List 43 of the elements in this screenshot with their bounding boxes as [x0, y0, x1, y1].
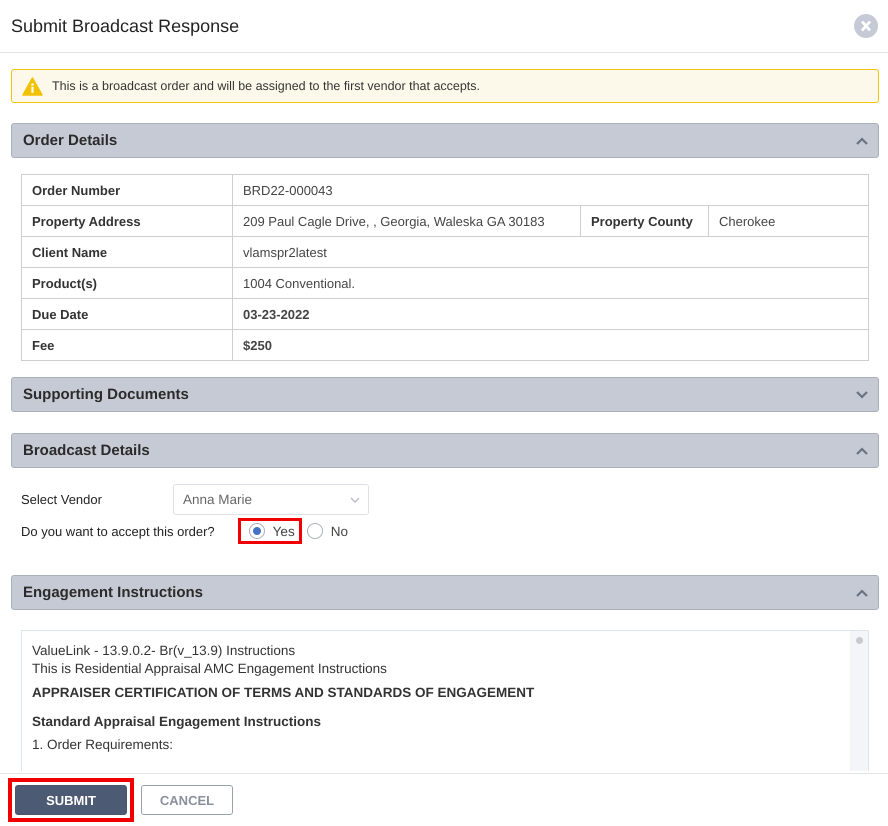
row-value: 03-23-2022	[232, 298, 868, 330]
section-title: Broadcast Details	[23, 442, 150, 459]
radio-option[interactable]: Yes	[240, 521, 299, 541]
row-label: Property County	[580, 206, 708, 236]
row-value: BRD22-000043	[232, 174, 868, 206]
section-title: Order Details	[23, 132, 118, 149]
row-value: $250	[232, 330, 868, 360]
row-label: Property Address	[22, 206, 232, 236]
scrollbar[interactable]	[850, 631, 868, 771]
row-label: Due Date	[22, 298, 232, 330]
row-value: Cherokee	[708, 206, 868, 236]
row-label: Client Name	[22, 236, 232, 268]
section-header[interactable]: Engagement Instructions	[11, 575, 879, 610]
row-value: vlamspr2latest	[232, 236, 868, 268]
radio-option[interactable]: No	[298, 521, 352, 541]
chevron-up-icon[interactable]	[856, 446, 868, 454]
warning-icon	[22, 76, 43, 96]
chevron-up-icon[interactable]	[856, 588, 868, 596]
instructions-text: 1. Order Requirements:	[32, 737, 174, 752]
alert-text: This is a broadcast order and will be assigned to the first vendor that accepts.	[52, 79, 480, 93]
dialog-title: Submit Broadcast Response	[11, 16, 240, 36]
row-value: 209 Paul Cagle Drive, , Georgia, Waleska GA 30183	[232, 206, 580, 236]
section-title: Engagement Instructions	[23, 584, 204, 601]
section-header[interactable]: Broadcast Details	[11, 433, 879, 468]
submit-button[interactable]: SUBMIT	[15, 785, 127, 815]
caret-icon	[350, 496, 360, 502]
row-value: 1004 Conventional.	[232, 268, 868, 298]
vendor-select[interactable]: Anna Marie	[172, 484, 369, 515]
instructions-text: ValueLink - 13.9.0.2- Br(v_13.9) Instructions	[32, 643, 296, 658]
row-label: Order Number	[22, 174, 232, 206]
section-header[interactable]: Order Details	[11, 123, 879, 158]
chevron-up-icon[interactable]	[856, 136, 868, 144]
chevron-down-icon[interactable]	[856, 390, 868, 398]
instructions-heading: Standard Appraisal Engagement Instructions	[32, 714, 322, 729]
field-label: Select Vendor	[21, 492, 102, 507]
question-label: Do you want to accept this order?	[21, 524, 215, 538]
section-header[interactable]: Supporting Documents	[11, 377, 879, 412]
row-label: Fee	[22, 330, 232, 360]
section-title: Supporting Documents	[23, 386, 189, 403]
row-label: Product(s)	[22, 268, 232, 298]
close-icon[interactable]	[854, 14, 878, 38]
instructions-text: This is Residential Appraisal AMC Engagement Instructions	[32, 661, 388, 676]
instructions-heading: APPRAISER CERTIFICATION OF TERMS AND STANDARDS OF ENGAGEMENT	[32, 685, 536, 700]
